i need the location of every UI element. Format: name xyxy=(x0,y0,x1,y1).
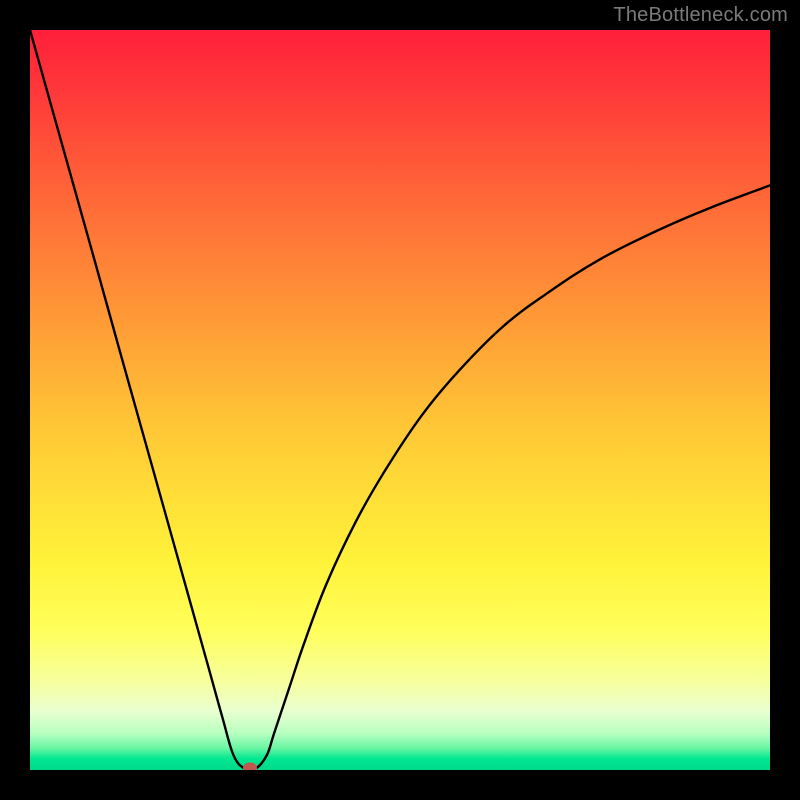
bottleneck-curve xyxy=(30,30,770,770)
plot-area xyxy=(30,30,770,770)
chart-frame: TheBottleneck.com xyxy=(0,0,800,800)
optimal-point-marker xyxy=(243,762,257,770)
attribution-text: TheBottleneck.com xyxy=(613,4,788,27)
